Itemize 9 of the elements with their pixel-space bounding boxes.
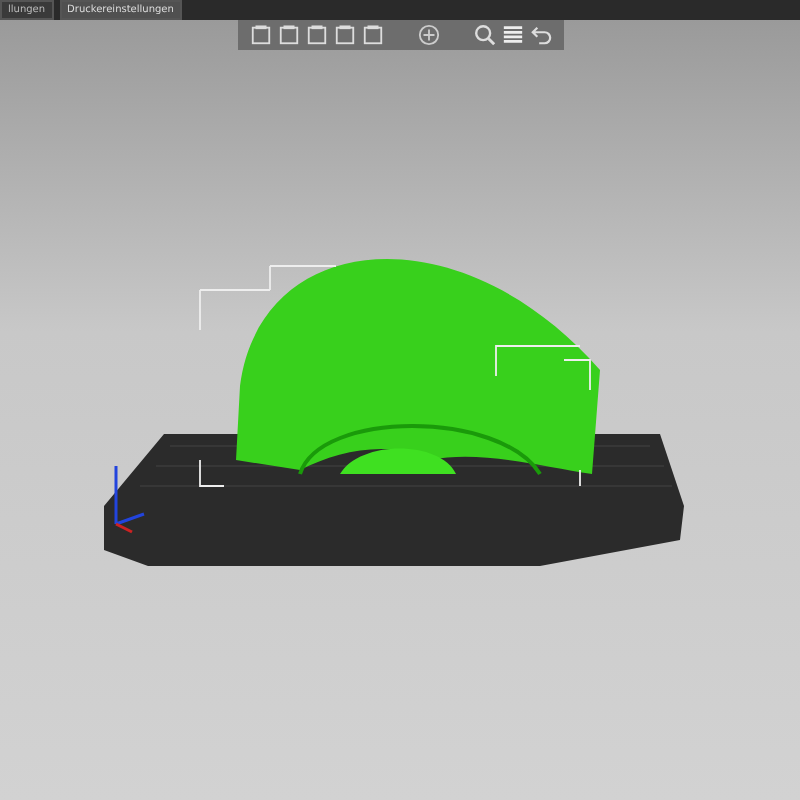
add-icon[interactable] <box>417 24 439 46</box>
undo-icon[interactable] <box>529 24 551 46</box>
box-icon[interactable] <box>361 24 383 46</box>
box-icon[interactable] <box>249 24 271 46</box>
box-icon[interactable] <box>333 24 355 46</box>
box-icon[interactable] <box>305 24 327 46</box>
search-icon[interactable] <box>473 24 495 46</box>
box-icon[interactable] <box>277 24 299 46</box>
layers-icon[interactable] <box>501 24 523 46</box>
